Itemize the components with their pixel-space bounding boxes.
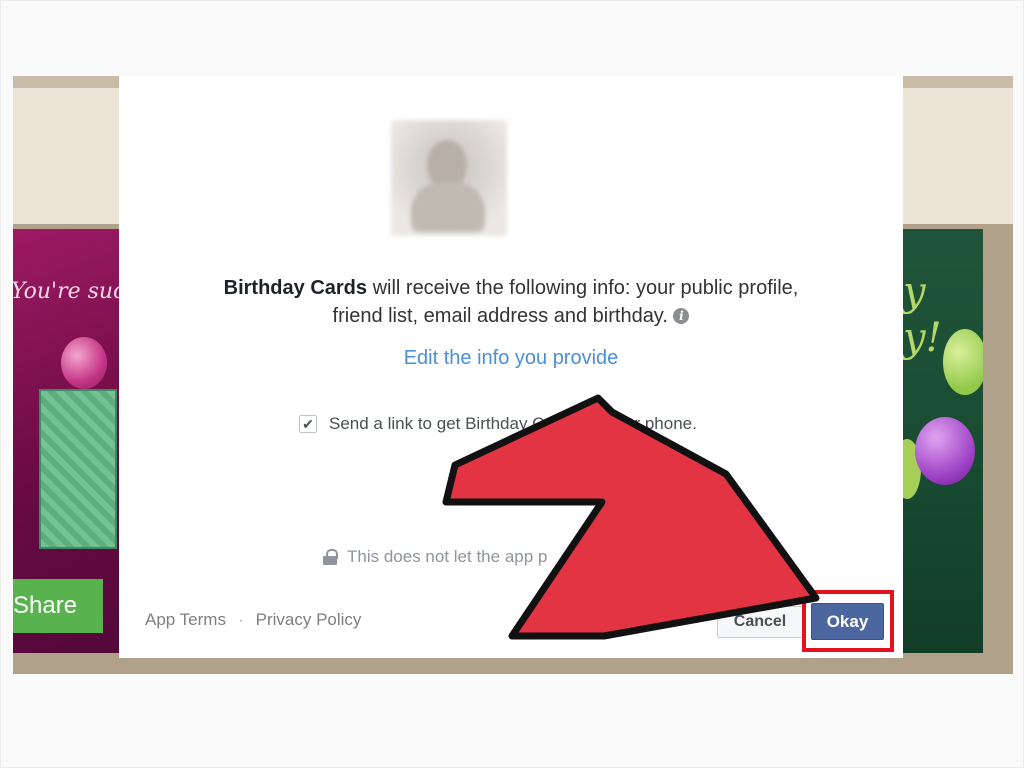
send-link-label: Send a link to get Birthday Card [329,414,570,433]
okay-button[interactable]: Okay [811,603,884,640]
info-line-1: will receive the following info: your pu… [367,277,799,299]
avatar-body [411,182,485,232]
send-link-checkbox[interactable]: ✔ [299,415,317,433]
footer-separator: · [237,610,244,629]
gift-box-illustration [39,389,117,549]
share-button[interactable]: Share [13,579,103,633]
app-name: Birthday Cards [223,277,368,299]
app-avatar [391,120,507,236]
birthday-card-right[interactable]: y y! [903,229,983,653]
permission-info-text: Birthday Cards will receive the followin… [119,274,903,330]
dialog-footer-links: App Terms · Privacy Policy [145,610,361,630]
balloon-green-illustration [943,329,983,395]
lock-icon [323,549,338,565]
card-right-greeting: y y! [903,269,942,361]
gift-bow-ornament [61,337,107,389]
notice-text: This does not let the app p [347,547,548,566]
send-link-option[interactable]: ✔ Send a link to get Birthday Card your … [299,412,697,436]
info-line-2: friend list, email address and birthday. [332,305,668,327]
privacy-policy-link[interactable]: Privacy Policy [256,610,362,630]
card-left-greeting: You're such a [13,279,119,304]
info-icon[interactable]: i [673,308,690,324]
edit-info-link[interactable]: Edit the info you provide [119,347,903,370]
page-backdrop-right-edge [983,229,1013,653]
permission-dialog: Birthday Cards will receive the followin… [119,76,903,658]
birthday-card-left[interactable]: You're such a Share [13,229,119,653]
balloon-purple-illustration [915,417,975,485]
cancel-button[interactable]: Cancel [717,606,803,638]
permission-notice: This does not let the app p [323,546,547,568]
send-link-label-tail: your phone. [607,414,697,433]
app-terms-link[interactable]: App Terms [145,610,226,630]
checkmark-icon: ✔ [302,415,314,432]
